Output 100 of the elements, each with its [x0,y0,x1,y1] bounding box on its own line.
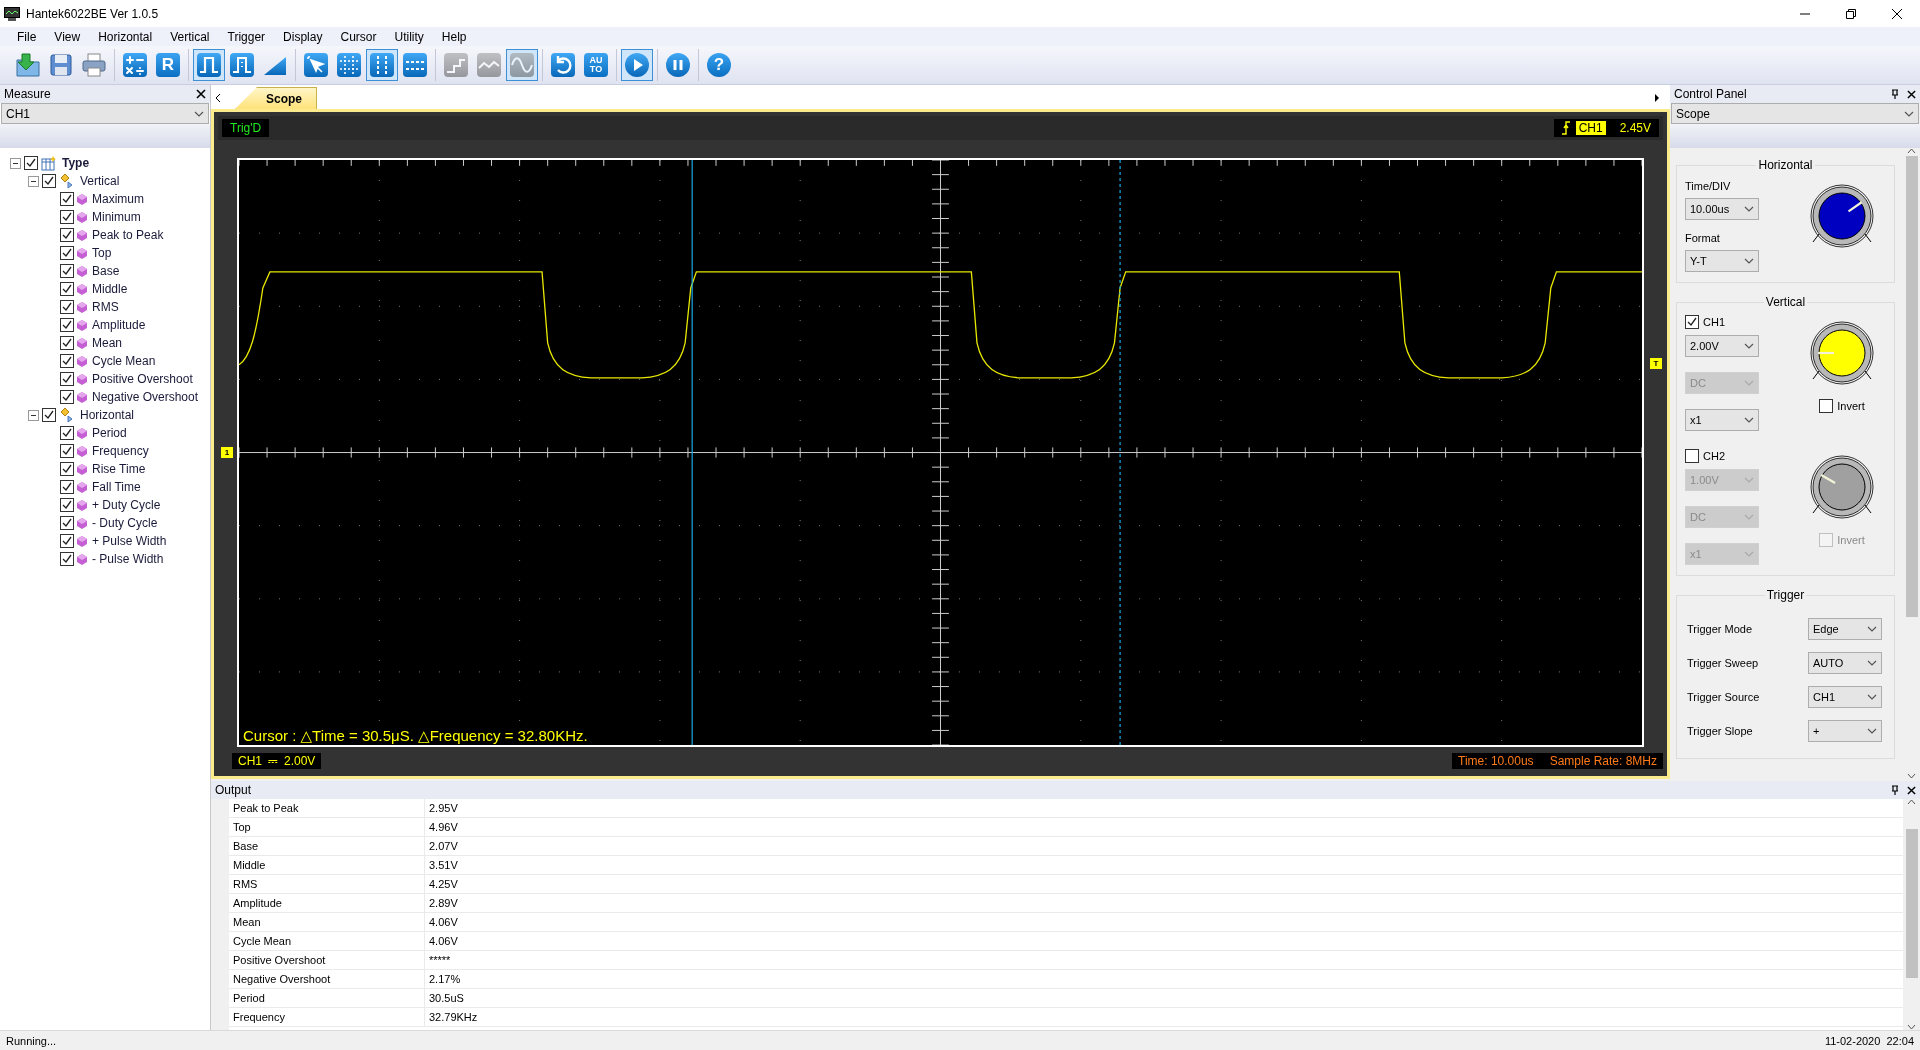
tree-item[interactable]: Base [92,264,120,278]
checkbox[interactable] [60,318,74,332]
menu-item[interactable]: Display [274,29,332,44]
tree-item[interactable]: Amplitude [92,318,146,332]
collapse-icon[interactable] [28,409,39,421]
group-title: Vertical [1764,295,1807,309]
checkbox[interactable] [60,372,74,386]
cursor-line[interactable] [1119,160,1121,746]
menu-item[interactable]: Trigger [218,29,275,44]
toolbar-button[interactable] [366,49,398,81]
checkbox[interactable] [60,534,74,548]
checkbox[interactable] [60,264,74,278]
tree-item[interactable]: Positive Overshoot [92,372,193,386]
tree-item[interactable]: + Pulse Width [92,534,167,548]
scroll-down-icon[interactable] [1907,773,1916,780]
scroll-left-icon[interactable] [215,93,221,103]
tree-item[interactable]: Rise Time [92,462,146,476]
scroll-up-icon[interactable] [1907,799,1916,806]
chevron-down-icon [1867,728,1877,734]
menu-item[interactable]: Utility [385,29,433,44]
scrollbar[interactable] [1903,799,1920,1030]
pin-icon[interactable] [1891,785,1899,796]
tree-item[interactable]: Negative Overshoot [92,390,199,404]
toolbar-button[interactable] [193,49,225,81]
dropdown[interactable]: CH1 [1808,686,1882,708]
window-title: Hantek6022BE Ver 1.0.5 [26,6,160,21]
table-cell-text: 2.95V [428,801,459,817]
tree-item[interactable]: Vertical [80,174,120,188]
menu-item[interactable]: Cursor [331,29,386,44]
checkbox[interactable] [60,462,74,476]
tree-item[interactable]: Horizontal [80,408,135,422]
tree-item[interactable]: Maximum [92,192,144,206]
checkbox[interactable] [60,480,74,494]
tree-item[interactable]: Cycle Mean [92,354,156,368]
tree-item[interactable]: Mean [92,336,123,350]
checkbox[interactable] [42,408,56,422]
tree-item[interactable]: Type [62,156,90,170]
scrollbar[interactable] [1903,148,1920,780]
checkbox[interactable] [1685,449,1699,463]
tree-item[interactable]: Frequency [92,444,149,458]
dropdown[interactable]: x1 [1685,409,1759,431]
scroll-right-icon[interactable] [1654,93,1660,103]
gem-icon [77,535,87,547]
checkbox[interactable] [60,192,74,206]
toolbar-button[interactable] [621,49,653,81]
mode-dropdown[interactable]: Scope [1671,103,1919,124]
tree-item[interactable]: Top [92,246,112,260]
channel-dropdown[interactable]: CH1 [1,103,209,124]
checkbox[interactable] [60,426,74,440]
tree-item[interactable]: Minimum [92,210,141,224]
checkbox[interactable] [60,498,74,512]
tree-item[interactable]: - Duty Cycle [92,516,158,530]
checkbox[interactable] [42,174,56,188]
checkbox[interactable] [24,156,38,170]
close-icon[interactable] [196,89,206,99]
close-icon[interactable] [1907,785,1916,795]
checkbox[interactable] [60,246,74,260]
checkbox[interactable] [60,228,74,242]
tree-item[interactable]: Middle [92,282,128,296]
scroll-up-icon[interactable] [1907,148,1916,154]
checkbox[interactable] [1819,399,1834,413]
table-cell: Frequency [229,1008,425,1027]
pin-icon[interactable] [1891,89,1899,99]
tree-item[interactable]: - Pulse Width [92,552,164,566]
checkbox[interactable] [60,516,74,530]
dropdown[interactable]: Edge [1808,618,1882,640]
collapse-icon[interactable] [28,175,39,187]
checkbox[interactable] [60,354,74,368]
scroll-down-icon[interactable] [1907,1024,1916,1030]
trigger-marker[interactable]: T [1650,358,1662,370]
dropdown[interactable]: 2.00V [1685,335,1759,357]
checkbox[interactable] [60,300,74,314]
dropdown[interactable]: AUTO [1808,652,1882,674]
menu-item[interactable]: View [45,29,90,44]
diamond-arrow-icon [59,173,75,189]
checkbox[interactable] [60,444,74,458]
channel-marker[interactable]: 1 [221,446,233,458]
tree-item[interactable]: Period [92,426,127,440]
close-icon[interactable] [1907,89,1916,99]
tab[interactable]: Scope [235,87,317,109]
tree-item[interactable]: RMS [92,300,119,314]
checkbox[interactable] [60,390,74,404]
gem-icon [77,247,87,259]
tree-item[interactable]: Peak to Peak [92,228,164,242]
tree-item[interactable]: + Duty Cycle [92,498,161,512]
checkbox[interactable] [60,336,74,350]
menu-item[interactable]: Help [432,29,476,44]
checkbox[interactable] [60,552,74,566]
dropdown[interactable]: + [1808,720,1882,742]
menu-item[interactable]: File [8,29,46,44]
tree-item[interactable]: Fall Time [92,480,141,494]
dropdown[interactable]: Y-T [1685,250,1759,272]
collapse-icon[interactable] [10,157,21,169]
restore-icon [1846,8,1856,19]
checkbox[interactable] [60,210,74,224]
dropdown[interactable]: 10.00us [1685,198,1759,220]
menu-item[interactable]: Horizontal [89,29,162,44]
menu-item[interactable]: Vertical [161,29,219,44]
checkbox[interactable] [60,282,74,296]
checkbox[interactable] [1685,315,1699,329]
